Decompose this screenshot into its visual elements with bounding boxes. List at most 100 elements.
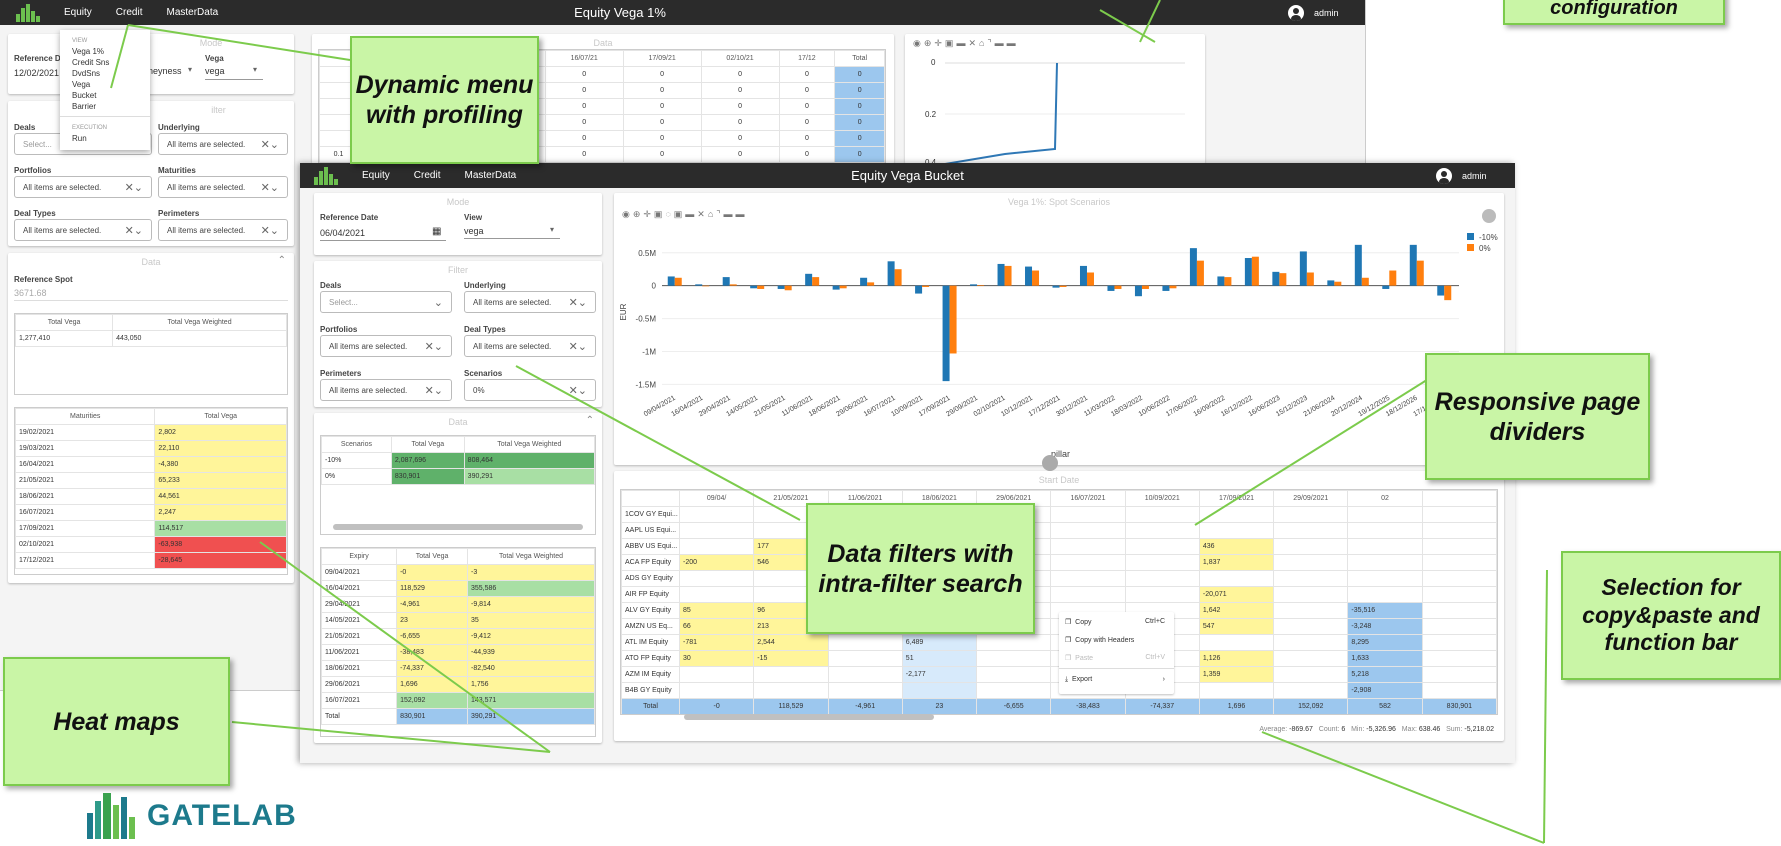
cell[interactable] (1421, 666, 1497, 683)
heat-cell[interactable]: 65,233 (154, 472, 287, 489)
bar[interactable] (887, 261, 895, 286)
cell[interactable] (827, 634, 903, 651)
bar[interactable] (1169, 285, 1177, 289)
cell[interactable] (976, 650, 1052, 667)
deal-types-select[interactable]: All items are selected. ✕⌄ (464, 335, 596, 357)
cell[interactable]: 0 (622, 146, 702, 163)
heat-cell[interactable]: -4,961 (396, 596, 468, 613)
bar[interactable] (784, 285, 792, 291)
cell[interactable] (1273, 602, 1349, 619)
clear-icon[interactable]: ✕⌄ (425, 384, 443, 397)
cell[interactable] (1421, 650, 1497, 667)
heat-cell[interactable]: 152,092 (396, 692, 468, 709)
menu-item[interactable]: Barrier (60, 101, 150, 112)
cell[interactable] (1198, 506, 1275, 523)
clear-icon[interactable]: ✕⌄ (569, 384, 587, 397)
cell[interactable]: 0 (834, 130, 885, 147)
ref-date-input[interactable]: 06/04/2021 (320, 228, 365, 238)
cell[interactable]: 0 (544, 66, 624, 83)
chevron-up-icon[interactable]: ⌃ (586, 415, 594, 426)
bar[interactable] (1382, 285, 1390, 289)
cell[interactable]: 0 (544, 82, 624, 99)
cell[interactable] (1050, 506, 1126, 523)
view-select[interactable]: vega (464, 226, 484, 236)
heat-cell[interactable]: 35 (467, 612, 595, 629)
cell[interactable]: 0 (700, 146, 780, 163)
clear-icon[interactable]: ✕⌄ (569, 296, 587, 309)
scenarios-select[interactable]: 0% ✕⌄ (464, 379, 596, 401)
cell[interactable]: -10% (321, 452, 392, 469)
heat-cell[interactable]: 2,087,696 (390, 452, 465, 469)
heat-cell[interactable]: 22,110 (154, 440, 287, 457)
bar[interactable] (1162, 285, 1170, 291)
cell[interactable]: 0 (544, 98, 624, 115)
row-header[interactable]: ATL IM Equity (621, 634, 680, 651)
cell[interactable] (976, 682, 1052, 699)
vega-select[interactable]: vega (205, 66, 225, 76)
col-header[interactable]: 17/09/21 (622, 50, 702, 67)
col-header[interactable]: Scenarios (321, 436, 392, 453)
col-header[interactable]: Total Vega (396, 548, 468, 565)
bar[interactable] (1224, 277, 1232, 286)
bar[interactable] (1272, 271, 1280, 286)
heat-cell[interactable]: 808,464 (463, 452, 595, 469)
clear-icon[interactable]: ✕⌄ (261, 224, 279, 237)
cell[interactable]: 18/06/2021 (15, 488, 156, 505)
cell[interactable] (1124, 538, 1200, 555)
cell[interactable]: 18/06/2021 (321, 660, 398, 677)
heat-cell[interactable]: -28,645 (154, 552, 287, 569)
row-header[interactable]: ATO FP Equity (621, 650, 680, 667)
col-header[interactable]: Total Vega (154, 408, 287, 425)
total-cell[interactable]: 1,696 (1198, 698, 1275, 714)
chart-toolbar[interactable]: ◉⊕✛▣◌▣▬✕⌂⌝▬▬ (622, 209, 748, 220)
bar[interactable] (722, 277, 730, 286)
cell[interactable] (827, 666, 903, 683)
menu-item-run[interactable]: Run (60, 133, 150, 144)
col-header[interactable]: Total Vega Weighted (467, 548, 595, 565)
cell[interactable]: 0 (544, 146, 624, 163)
cell[interactable] (1421, 682, 1497, 699)
cell[interactable] (1273, 618, 1349, 635)
heat-cell[interactable]: 1,756 (467, 676, 595, 693)
bar[interactable] (750, 285, 758, 289)
cell[interactable]: 21/05/2021 (15, 472, 156, 489)
cell[interactable]: 0 (834, 82, 885, 99)
export-menu-item[interactable]: ⤓ Export › (1065, 676, 1169, 684)
cell[interactable] (1198, 682, 1275, 699)
underlying-select[interactable]: All items are selected. ✕⌄ (158, 133, 288, 155)
cell[interactable]: 6,489 (901, 634, 978, 651)
cell[interactable] (1421, 538, 1497, 555)
cell[interactable] (1124, 522, 1200, 539)
bar[interactable] (942, 285, 950, 382)
cell[interactable] (1273, 506, 1349, 523)
bar[interactable] (695, 284, 703, 286)
bar[interactable] (1086, 272, 1094, 286)
menu-item[interactable]: Bucket (60, 90, 150, 101)
cell[interactable] (1273, 634, 1349, 651)
heat-cell[interactable]: -63,938 (154, 536, 287, 553)
total-cell[interactable]: -6,655 (976, 698, 1052, 714)
row-header[interactable]: AAPL US Equi... (621, 522, 680, 539)
cell[interactable] (1050, 522, 1126, 539)
cell[interactable] (1347, 554, 1423, 571)
cell[interactable]: 1,277,410 (15, 330, 114, 347)
clear-icon[interactable]: ✕⌄ (425, 340, 443, 353)
bar[interactable] (1141, 285, 1149, 289)
row-header[interactable]: ACA FP Equity (621, 554, 680, 571)
row-header[interactable]: ABBV US Equi... (621, 538, 680, 555)
total-cell[interactable]: 390,291 (467, 708, 595, 725)
cell[interactable]: 8,295 (1347, 634, 1423, 651)
col-header[interactable]: 09/04/ (678, 490, 755, 507)
cell[interactable] (1273, 650, 1349, 667)
clear-icon[interactable]: ✕⌄ (125, 181, 143, 194)
row-header[interactable]: ALV GY Equity (621, 602, 680, 619)
cell[interactable]: 0 (700, 130, 780, 147)
total-cell[interactable]: -0 (678, 698, 755, 714)
nav-equity[interactable]: Equity (64, 7, 92, 18)
cell[interactable] (1198, 570, 1275, 587)
cell[interactable] (1124, 570, 1200, 587)
col-header[interactable]: Total Vega (15, 314, 114, 331)
cell[interactable]: 0 (778, 114, 836, 131)
cell[interactable] (976, 666, 1052, 683)
heat-cell[interactable]: -82,540 (467, 660, 595, 677)
